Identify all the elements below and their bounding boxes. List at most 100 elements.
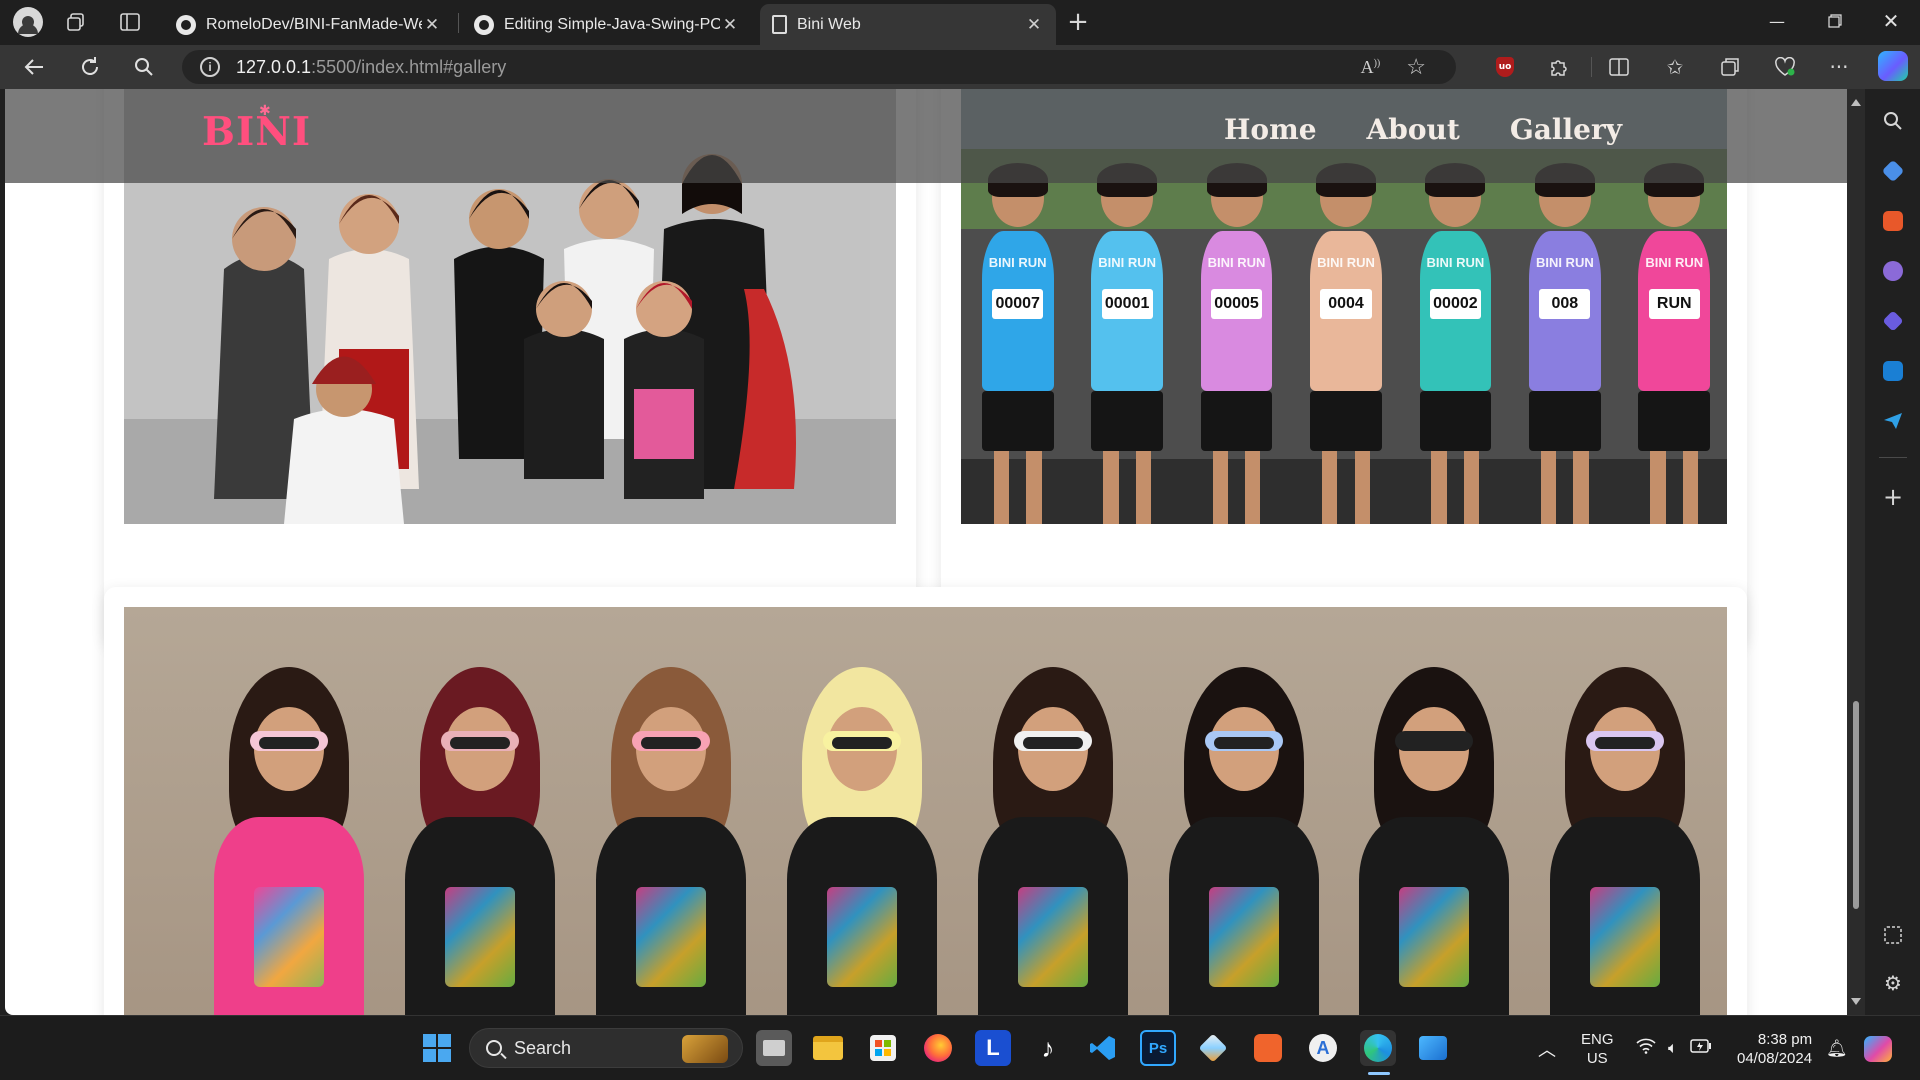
shirt-print: BINI RUN [1426, 255, 1485, 270]
ublock-extension-icon[interactable]: uo [1490, 53, 1520, 81]
restore-icon[interactable] [1806, 0, 1864, 42]
tab-github-bini[interactable]: RomeloDev/BINI-FanMade-Websi ✕ [164, 4, 454, 45]
shirt-print: BINI RUN [1535, 255, 1594, 270]
sidebar-screenshot-icon[interactable] [1877, 919, 1909, 951]
wifi-icon [1636, 1038, 1656, 1059]
vertical-tabs-icon[interactable] [112, 8, 148, 36]
close-icon[interactable]: ✕ [422, 15, 442, 35]
lang-code: ENG [1581, 1030, 1614, 1048]
tiktok-icon[interactable]: ♪ [1030, 1030, 1066, 1066]
race-bib: 0004 [1320, 289, 1372, 319]
browser-tab-strip: RomeloDev/BINI-FanMade-Websi ✕ Editing S… [0, 0, 1920, 45]
read-aloud-icon[interactable]: A)) [1361, 57, 1381, 78]
more-options-icon[interactable]: ··· [1824, 53, 1854, 81]
shirt-print: BINI RUN [1207, 255, 1266, 270]
sidebar-settings-gear-icon[interactable]: ⚙ [1877, 967, 1909, 999]
microsoft-store-icon[interactable] [865, 1030, 901, 1066]
battery-icon [1689, 1039, 1712, 1058]
refresh-icon[interactable] [73, 51, 107, 83]
race-bib: RUN [1648, 289, 1700, 319]
back-arrow-icon[interactable] [17, 51, 51, 83]
file-explorer-icon[interactable] [810, 1030, 846, 1066]
app-l-icon[interactable]: L [975, 1030, 1011, 1066]
app-a-icon[interactable]: A [1305, 1030, 1341, 1066]
favorite-star-icon[interactable]: ☆ [1406, 54, 1426, 80]
collections-icon[interactable] [1715, 53, 1745, 81]
page-icon [772, 15, 787, 34]
taskbar-search-box[interactable]: Search [469, 1028, 743, 1068]
workspaces-icon[interactable] [58, 8, 94, 36]
group-sunglasses-photo[interactable] [124, 607, 1727, 1015]
runner-figure: BINI RUN 00007 [975, 163, 1060, 524]
sidebar-add-icon[interactable]: + [1877, 481, 1909, 513]
tab-bini-web[interactable]: Bini Web ✕ [760, 4, 1056, 45]
nav-gallery-link[interactable]: Gallery [1510, 113, 1622, 146]
split-screen-icon[interactable] [1604, 53, 1634, 81]
nav-about-link[interactable]: About [1367, 113, 1460, 146]
firefox-icon[interactable] [920, 1030, 956, 1066]
copilot-taskbar-icon[interactable] [1864, 1016, 1892, 1080]
runner-figure: BINI RUN 00001 [1084, 163, 1169, 524]
photoshop-icon[interactable]: Ps [1140, 1030, 1176, 1066]
quick-settings[interactable]: 🔈︎ [1636, 1016, 1712, 1080]
clock-time: 8:38 pm [1757, 1030, 1813, 1048]
member-figure [385, 667, 576, 1015]
shirt-print: BINI RUN [1317, 255, 1375, 270]
cube-app-icon[interactable] [1195, 1030, 1231, 1066]
search-icon [486, 1040, 502, 1056]
address-bar[interactable]: i 127.0.0.1:5500/index.html#gallery A)) … [182, 50, 1456, 84]
tab-title: Bini Web [797, 15, 861, 33]
scroll-up-arrow-icon[interactable] [1851, 99, 1861, 106]
notification-bell-icon[interactable]: 🔔︎ [1826, 1016, 1848, 1080]
close-icon[interactable]: ✕ [720, 15, 740, 35]
windows-start-icon[interactable] [419, 1030, 455, 1066]
race-bib: 008 [1539, 289, 1591, 319]
language-indicator[interactable]: ENG US [1581, 1016, 1614, 1080]
shirt-print: BINI RUN [1645, 255, 1704, 270]
race-bib: 00001 [1101, 289, 1153, 319]
close-icon[interactable]: ✕ [1024, 15, 1044, 35]
tab-github-pos[interactable]: Editing Simple-Java-Swing-POS- ✕ [462, 4, 752, 45]
site-logo[interactable]: BINI [202, 109, 311, 155]
copilot-icon[interactable] [1878, 51, 1908, 81]
site-info-icon[interactable]: i [200, 57, 220, 77]
edge-icon[interactable] [1360, 1030, 1396, 1066]
sidebar-divider [1879, 457, 1907, 458]
clock[interactable]: 8:38 pm 04/08/2024 [1737, 1016, 1812, 1080]
minimize-icon[interactable]: — [1748, 0, 1806, 42]
member-figure [767, 667, 958, 1015]
member-figure [576, 667, 767, 1015]
task-view-icon[interactable] [756, 1030, 792, 1066]
volume-icon: 🔈︎ [1668, 1039, 1678, 1057]
race-bib: 00005 [1210, 289, 1263, 319]
extensions-puzzle-icon[interactable] [1544, 53, 1574, 81]
window-close-icon[interactable]: ✕ [1862, 0, 1920, 42]
tab-title: RomeloDev/BINI-FanMade-Websi [206, 15, 422, 33]
favorites-icon[interactable]: ✩ [1660, 53, 1690, 81]
sidebar-send-icon[interactable] [1877, 405, 1909, 437]
sidebar-outlook-icon[interactable] [1877, 355, 1909, 387]
shirt-print: BINI RUN [1098, 255, 1156, 270]
browser-essentials-icon[interactable] [1770, 53, 1800, 81]
sidebar-games-icon[interactable] [1877, 255, 1909, 287]
scroll-down-arrow-icon[interactable] [1851, 998, 1861, 1005]
page-scrollbar[interactable] [1847, 89, 1865, 1015]
sidebar-search-icon[interactable] [1877, 105, 1909, 137]
profile-icon[interactable] [10, 7, 46, 37]
url-host: 127.0.0.1 [236, 56, 312, 77]
search-placeholder: Search [514, 1037, 572, 1058]
search-highlight-icon [682, 1035, 728, 1063]
github-icon [474, 14, 494, 35]
system-tray-overflow-icon[interactable]: ︿ [1538, 1016, 1556, 1080]
member-figure [1339, 667, 1530, 1015]
scrollbar-thumb[interactable] [1853, 701, 1859, 909]
vscode-icon[interactable] [1085, 1030, 1121, 1066]
sidebar-tools-icon[interactable] [1877, 205, 1909, 237]
photos-icon[interactable] [1415, 1030, 1451, 1066]
sidebar-copilot-icon[interactable] [1877, 305, 1909, 337]
new-tab-icon[interactable]: + [1060, 7, 1096, 37]
nav-home-link[interactable]: Home [1224, 113, 1317, 146]
search-icon[interactable] [127, 51, 161, 83]
app-orange-icon[interactable] [1250, 1030, 1286, 1066]
sidebar-tag-icon[interactable] [1877, 155, 1909, 187]
